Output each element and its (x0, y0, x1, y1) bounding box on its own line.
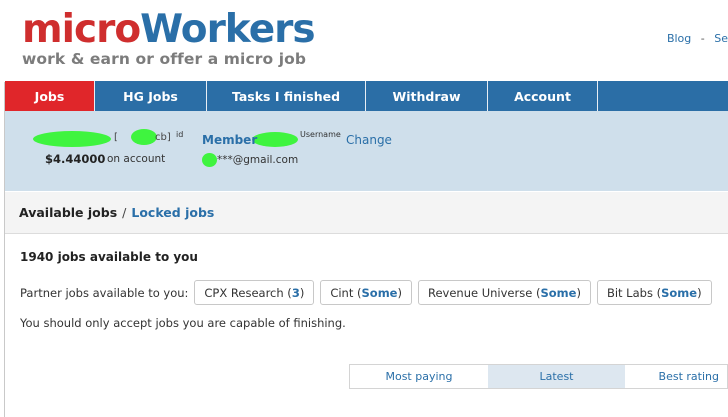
partner-revenue-universe-button[interactable]: Revenue Universe (Some) (417, 280, 591, 305)
user-id-suffix: cb] (155, 132, 171, 143)
account-email: ***@gmail.com (217, 154, 299, 166)
partner-jobs-label: Partner jobs available to you: (20, 285, 189, 300)
jobs-count: 1940 jobs available to you (20, 250, 198, 264)
partner-name: Bit Labs (606, 285, 653, 300)
partner-cint-button[interactable]: Cint (Some) (320, 280, 412, 305)
account-panel: [ cb] id $4.44000 on account Member User… (5, 111, 728, 191)
logo-title: microWorkers (22, 7, 316, 52)
sort-most-paying[interactable]: Most paying (350, 365, 488, 388)
username-label: Username (300, 130, 341, 139)
partner-name: Revenue Universe (427, 285, 533, 300)
user-id-prefix: [ (114, 132, 118, 143)
nav-tab-jobs[interactable]: Jobs (5, 81, 95, 111)
nav-tab-label: Jobs (34, 88, 65, 104)
partner-name: Cint (330, 285, 354, 300)
account-balance: $4.44000 (45, 152, 106, 166)
nav-tab-label: HG Jobs (123, 88, 178, 104)
nav-tab-hg-jobs[interactable]: HG Jobs (95, 81, 207, 111)
partner-count: Some (361, 285, 398, 300)
top-links: Blog - Se (661, 32, 728, 45)
redacted-email (202, 153, 217, 167)
partner-count: Some (540, 285, 577, 300)
redacted-username (252, 132, 298, 147)
sort-label: Best rating (658, 370, 719, 383)
site-logo[interactable]: microWorkers work & earn or offer a micr… (22, 7, 316, 69)
partner-cpx-research-button[interactable]: CPX Research (3) (194, 280, 315, 305)
blog-link[interactable]: Blog (667, 32, 691, 45)
balance-label: on account (107, 153, 166, 165)
logo-tagline: work & earn or offer a micro job (22, 50, 307, 68)
redacted-name (33, 131, 111, 147)
nav-tab-withdraw[interactable]: Withdraw (366, 81, 488, 111)
sort-best-rating[interactable]: Best rating (625, 365, 727, 388)
member-label: Member (202, 133, 258, 147)
nav-tab-label: Tasks I finished (231, 88, 341, 104)
sort-latest[interactable]: Latest (488, 365, 625, 388)
tab-available-jobs[interactable]: Available jobs (19, 205, 117, 220)
partner-count: 3 (291, 285, 300, 300)
logo-micro-text: micro (22, 7, 141, 52)
sort-label: Most paying (385, 370, 453, 383)
nav-tab-label: Account (514, 88, 571, 104)
partner-name: CPX Research (204, 285, 284, 300)
sort-label: Latest (539, 370, 574, 383)
change-username-link[interactable]: Change (346, 133, 392, 147)
tab-locked-jobs[interactable]: Locked jobs (131, 205, 214, 220)
top-links-separator: - (700, 32, 705, 45)
sort-bar: Most paying Latest Best rating (349, 364, 728, 389)
redacted-id (131, 129, 157, 145)
nav-tab-tasks-finished[interactable]: Tasks I finished (207, 81, 366, 111)
partner-bit-labs-button[interactable]: Bit Labs (Some) (596, 280, 712, 305)
jobs-subtabs: Available jobs / Locked jobs (5, 192, 728, 234)
subtab-separator: / (122, 205, 127, 220)
nav-tab-account[interactable]: Account (488, 81, 598, 111)
partner-count: Some (661, 285, 698, 300)
partner-jobs-row: Partner jobs available to you: CPX Resea… (20, 280, 718, 305)
jobs-notice: You should only accept jobs you are capa… (20, 316, 346, 330)
top-link-cut-off[interactable]: Se (714, 32, 728, 45)
user-id-label: id (176, 130, 184, 139)
nav-tab-label: Withdraw (392, 88, 461, 104)
main-nav: Jobs HG Jobs Tasks I finished Withdraw A… (5, 81, 728, 111)
logo-workers-text: Workers (140, 7, 315, 52)
